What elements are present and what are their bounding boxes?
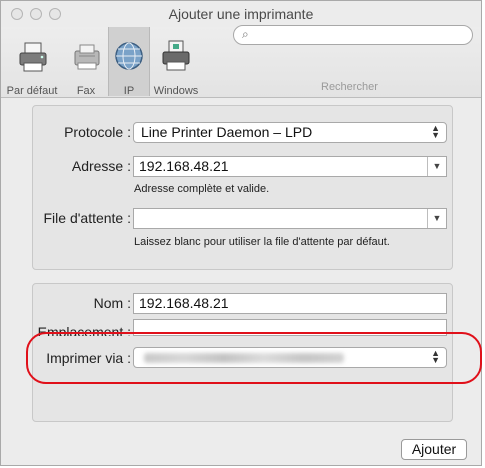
title-bar: Ajouter une imprimante [1,1,481,27]
address-field[interactable]: 192.168.48.21 ▼ [133,156,447,177]
close-window-button[interactable] [11,8,23,20]
address-hint: Adresse complète et valide. [134,183,270,195]
minimize-window-button[interactable] [30,8,42,20]
search-icon: ⌕ [242,27,249,41]
printer-default-icon [19,42,47,72]
window-title: Ajouter une imprimante [168,6,314,22]
add-printer-window: Ajouter une imprimante Par défaut Fax IP… [0,0,482,466]
highlight-annotation [26,332,482,384]
protocol-popup[interactable]: Line Printer Daemon – LPD ▲ ▼ [133,122,447,143]
zoom-window-button[interactable] [49,8,61,20]
fax-icon [74,44,100,70]
toolbar-item-label: IP [123,85,135,97]
up-down-arrows-icon: ▲ ▼ [431,123,440,140]
name-field[interactable]: 192.168.48.21 [133,293,447,314]
globe-icon [115,42,143,70]
chevron-down-icon[interactable]: ▼ [427,157,446,176]
queue-field[interactable]: ▼ [133,208,447,229]
toolbar-item-ip[interactable]: IP [108,27,150,97]
search-label: Rechercher [321,81,378,93]
add-button[interactable]: Ajouter [401,439,467,460]
address-label: Adresse : [71,158,131,174]
queue-label: File d'attente : [43,210,132,226]
protocol-value: Line Printer Daemon – LPD [141,124,313,140]
toolbar-item-label: Windows [153,85,199,97]
toolbar-item-label: Par défaut [6,85,58,97]
name-label: Nom : [93,295,131,311]
address-value: 192.168.48.21 [139,158,229,174]
windows-printer-icon [162,40,190,71]
chevron-down-icon[interactable]: ▼ [427,209,446,228]
search-field[interactable]: ⌕ [233,25,473,45]
protocol-label: Protocole : [64,124,131,140]
toolbar-item-label: Fax [76,85,96,97]
queue-hint: Laissez blanc pour utiliser la file d'at… [134,236,390,248]
name-value: 192.168.48.21 [139,295,229,311]
